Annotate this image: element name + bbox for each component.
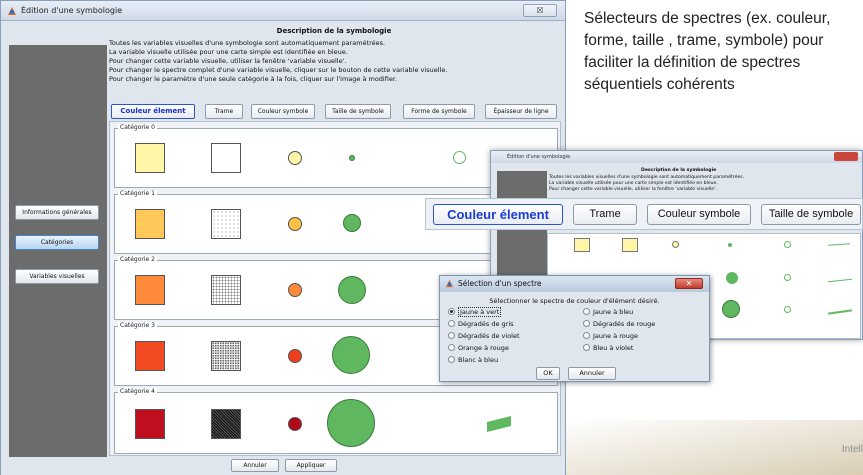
category-label: Catégorie 0 [118, 124, 157, 131]
category-symbol-shape[interactable] [453, 151, 466, 164]
description-title: Description de la symbologie [276, 27, 392, 35]
dialog-titlebar: Sélection d'un spectre ✕ [440, 276, 709, 292]
tab-trame[interactable]: Trame [205, 104, 243, 119]
nav-categories[interactable]: Catégories [15, 235, 99, 250]
category-symbol-size[interactable] [349, 155, 355, 161]
nav-informations-generales[interactable]: Informations générales [15, 205, 99, 220]
category-symbol-color[interactable] [288, 151, 302, 165]
category-symbol-size[interactable] [327, 399, 375, 447]
category-pattern-swatch[interactable] [211, 209, 241, 239]
category-line-thickness[interactable] [487, 416, 511, 432]
category-pattern-swatch[interactable] [211, 143, 241, 173]
sidebar: Informations générales Catégories Variab… [9, 45, 107, 457]
dialog-ok-button[interactable]: OK [536, 367, 560, 380]
tab-epaisseur-de-ligne[interactable]: Épaisseur de ligne [485, 104, 557, 119]
description-line: Pour changer le paramètre d'une seule ca… [109, 75, 397, 83]
option-jaune-a-bleu[interactable]: Jaune à bleu [583, 308, 633, 316]
category-symbol-color[interactable] [288, 217, 302, 231]
category-color-swatch[interactable] [135, 143, 165, 173]
zoom-tab-trame[interactable]: Trame [573, 204, 637, 225]
zoom-desc-line: La variable visuelle utilisée pour une c… [549, 181, 718, 186]
category-label: Catégorie 3 [118, 322, 157, 329]
category-pattern-swatch[interactable] [211, 341, 241, 371]
option-jaune-a-rouge[interactable]: Jaune à rouge [583, 332, 638, 340]
caption-text: Sélecteurs de spectres (ex. couleur, for… [584, 10, 831, 93]
dialog-cancel-button[interactable]: Annuler [568, 367, 616, 380]
category-symbol-size[interactable] [332, 336, 370, 374]
app-icon [8, 7, 16, 15]
app-icon [445, 279, 454, 288]
zoom-desc-line: Pour changer cette variable visuelle, ut… [549, 187, 717, 192]
window-close-button[interactable]: ☒ [523, 4, 557, 17]
symbology-window: Édition d'une symbologie ☒ Description d… [0, 0, 566, 475]
option-jaune-a-vert[interactable]: Jaune à vert [448, 307, 502, 317]
zoom-title: Édition d'une symbologie [491, 151, 862, 163]
description-line: Pour changer cette variable visuelle, ut… [109, 57, 347, 65]
decor-background [566, 420, 863, 475]
description-line: Toutes les variables visuelles d'une sym… [109, 39, 386, 47]
zoom-tab-couleur-element[interactable]: Couleur élement [433, 204, 563, 225]
option-bleu-a-violet[interactable]: Bleu à violet [583, 344, 633, 352]
window-title: Édition d'une symbologie [21, 6, 123, 15]
radio-selected-icon [448, 308, 455, 315]
description-line: La variable visuelle utilisée pour une c… [109, 48, 348, 56]
tab-couleur-element[interactable]: Couleur élement [111, 104, 195, 119]
category-color-swatch[interactable] [135, 275, 165, 305]
category-row: Catégorie 4 [114, 388, 558, 454]
footer-bar: Annuler Appliquer [1, 457, 565, 475]
dialog-instruction: Sélectionner le spectre de couleur d'élé… [489, 297, 660, 305]
watermark-text: Intell [841, 444, 863, 455]
cancel-button[interactable]: Annuler [231, 459, 279, 472]
category-color-swatch[interactable] [135, 341, 165, 371]
category-pattern-swatch[interactable] [211, 275, 241, 305]
dialog-title: Sélection d'un spectre [458, 279, 542, 288]
radio-icon [448, 356, 455, 363]
zoom-tab-taille-de-symbole[interactable]: Taille de symbole [761, 204, 861, 225]
radio-icon [583, 344, 590, 351]
apply-button[interactable]: Appliquer [285, 459, 337, 472]
description-line: Pour changer le spectre complet d'une va… [109, 66, 448, 74]
radio-icon [583, 308, 590, 315]
category-pattern-swatch[interactable] [211, 409, 241, 439]
option-degrades-de-gris[interactable]: Dégradés de gris [448, 320, 514, 328]
zoom-desc-line: Toutes les variables visuelles d'une sym… [549, 175, 745, 180]
radio-icon [448, 332, 455, 339]
radio-icon [448, 344, 455, 351]
option-degrades-de-violet[interactable]: Dégradés de violet [448, 332, 520, 340]
category-label: Catégorie 4 [118, 388, 157, 395]
category-symbol-size[interactable] [338, 276, 366, 304]
tab-forme-de-symbole[interactable]: Forme de symbole [403, 104, 475, 119]
spectre-dialog: Sélection d'un spectre ✕ Sélectionner le… [439, 275, 710, 382]
zoom-desc-title: Description de la symbologie [641, 168, 717, 173]
zoom-tab-couleur-symbole[interactable]: Couleur symbole [647, 204, 751, 225]
category-symbol-size[interactable] [343, 214, 361, 232]
category-label: Catégorie 1 [118, 190, 157, 197]
tab-couleur-symbole[interactable]: Couleur symbole [251, 104, 315, 119]
radio-icon [448, 320, 455, 327]
category-symbol-color[interactable] [288, 417, 302, 431]
window-titlebar: Édition d'une symbologie ☒ [1, 1, 565, 21]
category-color-swatch[interactable] [135, 209, 165, 239]
nav-variables-visuelles[interactable]: Variables visuelles [15, 269, 99, 284]
option-degrades-de-rouge[interactable]: Dégradés de rouge [583, 320, 655, 328]
category-color-swatch[interactable] [135, 409, 165, 439]
dialog-close-button[interactable]: ✕ [675, 278, 703, 289]
option-blanc-a-bleu[interactable]: Blanc à bleu [448, 356, 498, 364]
radio-icon [583, 332, 590, 339]
category-symbol-color[interactable] [288, 283, 302, 297]
category-label: Catégorie 2 [118, 256, 157, 263]
option-orange-a-rouge[interactable]: Orange à rouge [448, 344, 509, 352]
radio-icon [583, 320, 590, 327]
tab-taille-de-symbole[interactable]: Taille de symbole [325, 104, 391, 119]
zoom-close-icon [834, 152, 858, 161]
category-symbol-color[interactable] [288, 349, 302, 363]
